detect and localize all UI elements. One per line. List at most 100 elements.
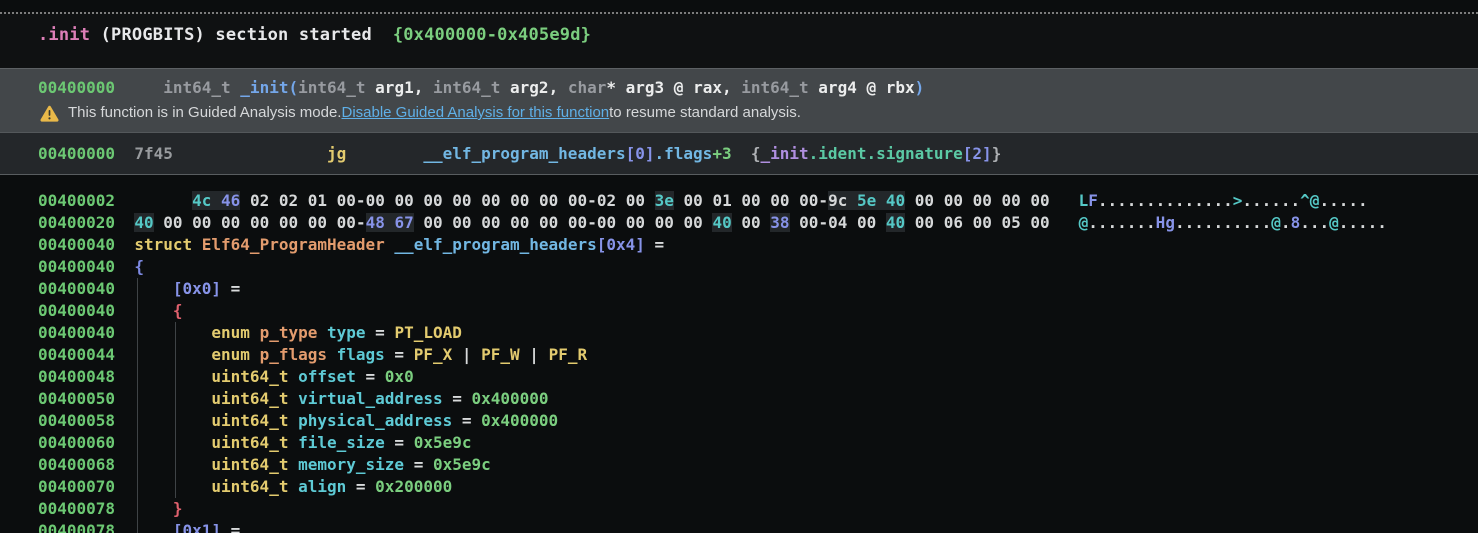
code-token[interactable]: align <box>298 477 346 496</box>
code-token[interactable]: | <box>452 345 481 364</box>
hex-byte[interactable]: 00 <box>366 191 385 210</box>
hex-byte[interactable]: 00 <box>394 191 413 210</box>
code-token[interactable]: uint64_t <box>211 411 298 430</box>
code-token[interactable]: = <box>443 389 472 408</box>
code-token[interactable]: 0x0 <box>385 367 414 386</box>
code-token[interactable]: Elf64_ProgramHeader <box>202 235 395 254</box>
code-token[interactable]: { <box>173 301 183 320</box>
address[interactable]: 00400040 <box>38 235 115 254</box>
hex-byte[interactable]: 40 <box>885 191 906 210</box>
hex-byte[interactable]: 00 <box>655 213 674 232</box>
code-token[interactable]: PT_LOAD <box>394 323 461 342</box>
hex-byte[interactable]: 06 <box>944 213 963 232</box>
struct-row[interactable]: 00400068 uint64_t memory_size = 0x5e9c <box>0 454 1478 476</box>
code-token[interactable]: 0x5e9c <box>433 455 491 474</box>
operand-token[interactable]: __elf_program_headers <box>423 144 625 163</box>
ascii-char[interactable]: @ <box>1079 213 1089 232</box>
hex-row[interactable]: 00400002 4c 46 02 02 01 00-00 00 00 00 0… <box>0 190 1478 212</box>
code-token[interactable]: = <box>385 433 414 452</box>
code-token[interactable]: p_type <box>260 323 327 342</box>
address[interactable]: 00400058 <box>38 411 115 430</box>
struct-row[interactable]: 00400040 enum p_type type = PT_LOAD <box>0 322 1478 344</box>
hex-byte[interactable]: 48 <box>365 213 385 232</box>
hex-byte[interactable]: 00 <box>481 213 500 232</box>
code-token[interactable]: = <box>356 367 385 386</box>
code-token[interactable]: [0x4] <box>597 235 645 254</box>
address[interactable]: 00400060 <box>38 433 115 452</box>
hex-byte[interactable]: 00 <box>1030 213 1049 232</box>
code-token[interactable]: virtual_address <box>298 389 443 408</box>
hex-byte[interactable]: - <box>587 213 597 232</box>
ascii-char[interactable]: 8 <box>1291 213 1301 232</box>
code-token[interactable]: = <box>346 477 375 496</box>
address[interactable]: 00400068 <box>38 455 115 474</box>
hex-byte[interactable]: 00 <box>741 213 760 232</box>
hex-byte[interactable]: 00 <box>279 213 298 232</box>
code-token[interactable]: flags <box>337 345 385 364</box>
hex-byte[interactable]: 00 <box>539 213 558 232</box>
address[interactable]: 00400078 <box>38 521 115 533</box>
code-token[interactable]: = <box>221 279 241 298</box>
code-token[interactable]: memory_size <box>298 455 404 474</box>
ascii-char[interactable]: L <box>1079 191 1089 210</box>
code-token[interactable]: p_flags <box>260 345 337 364</box>
struct-row[interactable]: 00400048 uint64_t offset = 0x0 <box>0 366 1478 388</box>
instruction-row[interactable]: 00400000 7f45 jg __elf_program_headers[0… <box>0 143 1001 165</box>
struct-row[interactable]: 00400058 uint64_t physical_address = 0x4… <box>0 410 1478 432</box>
hex-byte[interactable]: 38 <box>770 213 790 232</box>
address[interactable]: 00400000 <box>38 144 115 163</box>
code-token[interactable]: type <box>327 323 366 342</box>
code-token[interactable]: = <box>385 345 414 364</box>
hex-byte[interactable]: 00 <box>250 213 269 232</box>
ascii-char[interactable]: @ <box>1329 213 1339 232</box>
ascii-char[interactable]: @ <box>1271 213 1281 232</box>
code-token[interactable]: 0x400000 <box>481 411 558 430</box>
ascii-char[interactable]: F <box>1088 191 1098 210</box>
hex-byte[interactable]: 00 <box>423 213 442 232</box>
code-token[interactable]: uint64_t <box>211 367 298 386</box>
code-token[interactable]: uint64_t <box>211 455 298 474</box>
code-token[interactable]: 0x400000 <box>472 389 549 408</box>
hex-byte[interactable]: 00 <box>915 213 934 232</box>
ascii-char[interactable]: . <box>1281 213 1291 232</box>
hex-byte[interactable]: 40 <box>712 213 732 232</box>
hex-byte[interactable]: 00 <box>944 191 963 210</box>
operand-token[interactable]: +3 <box>712 144 731 163</box>
hex-byte[interactable]: 00 <box>597 213 616 232</box>
hex-byte[interactable]: 00 <box>423 191 442 210</box>
code-token[interactable]: enum <box>211 323 259 342</box>
hex-byte[interactable]: 04 <box>828 213 847 232</box>
code-token[interactable]: file_size <box>298 433 385 452</box>
code-token[interactable]: uint64_t <box>211 389 298 408</box>
hex-byte[interactable]: - <box>818 191 828 210</box>
section-header-row[interactable]: .init (PROGBITS) section started {0x4000… <box>0 14 1478 56</box>
code-token[interactable]: enum <box>211 345 259 364</box>
hex-byte[interactable]: 00 <box>770 191 789 210</box>
function-signature-row[interactable]: 00400000 int64_t _init(int64_t arg1, int… <box>0 75 1478 101</box>
hex-byte[interactable]: 00 <box>973 191 992 210</box>
code-token[interactable]: __elf_program_headers <box>394 235 596 254</box>
struct-row[interactable]: 00400078 } <box>0 498 1478 520</box>
hex-byte[interactable]: 00 <box>684 191 703 210</box>
code-token[interactable]: physical_address <box>298 411 452 430</box>
code-token[interactable]: [0x0] <box>173 279 221 298</box>
disable-guided-analysis-link[interactable]: Disable Guided Analysis for this functio… <box>341 101 609 125</box>
code-token[interactable]: | <box>520 345 549 364</box>
code-token[interactable]: 0x200000 <box>375 477 452 496</box>
hex-byte[interactable]: 00 <box>192 213 211 232</box>
code-token[interactable]: PF_X <box>414 345 453 364</box>
code-token[interactable]: = <box>221 521 241 533</box>
code-token[interactable]: PF_R <box>549 345 588 364</box>
hex-row[interactable]: 00400020 40 00 00 00 00 00 00 00-48 67 0… <box>0 212 1478 234</box>
ascii-char[interactable]: .............. <box>1098 191 1233 210</box>
hex-byte[interactable]: 40 <box>134 213 154 232</box>
hex-byte[interactable]: 00 <box>857 213 876 232</box>
address[interactable]: 00400000 <box>38 78 115 97</box>
hex-byte[interactable]: 00 <box>308 213 327 232</box>
address[interactable]: 00400040 <box>38 279 115 298</box>
hex-byte[interactable]: 00 <box>510 191 529 210</box>
hex-byte[interactable]: 00 <box>1030 191 1049 210</box>
hex-byte[interactable]: 00 <box>481 191 500 210</box>
address[interactable]: 00400070 <box>38 477 115 496</box>
struct-row[interactable]: 00400040 { <box>0 300 1478 322</box>
